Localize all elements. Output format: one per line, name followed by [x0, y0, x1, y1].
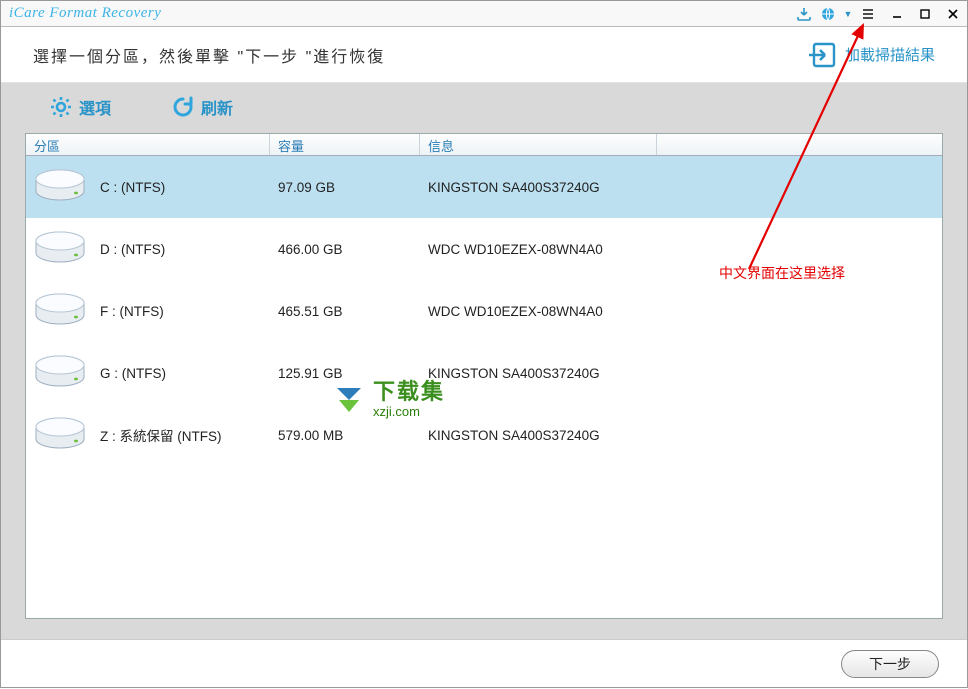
header-pad [657, 134, 942, 155]
next-button[interactable]: 下一步 [841, 650, 939, 678]
header-size[interactable]: 容量 [270, 134, 420, 155]
partition-size: 465.51 GB [270, 304, 420, 319]
partition-info: KINGSTON SA400S37240G [420, 428, 657, 443]
partition-size: 466.00 GB [270, 242, 420, 257]
partition-label: F : (NTFS) [100, 304, 164, 319]
bottom-bar: 下一步 [1, 639, 967, 687]
content-area: 分區 容量 信息 C : (NTFS)97.09 GBKINGSTON SA40… [1, 133, 967, 639]
globe-icon[interactable] [819, 5, 837, 23]
import-icon [809, 40, 839, 70]
table-headers: 分區 容量 信息 [26, 134, 942, 156]
partition-info: WDC WD10EZEX-08WN4A0 [420, 242, 657, 257]
instruction-text: 選擇一個分區，然後單擊 "下一步 "進行恢復 [33, 43, 385, 67]
partition-info: KINGSTON SA400S37240G [420, 180, 657, 195]
header-info[interactable]: 信息 [420, 134, 657, 155]
partition-label: C : (NTFS) [100, 180, 165, 195]
annotation-text: 中文界面在这里选择 [719, 263, 845, 283]
titlebar: iCare Format Recovery ▼ [1, 1, 967, 27]
partition-size: 97.09 GB [270, 180, 420, 195]
partition-info: KINGSTON SA400S37240G [420, 366, 657, 381]
tool-band: 選項 刷新 [1, 83, 967, 133]
partition-rows: C : (NTFS)97.09 GBKINGSTON SA400S37240GD… [26, 156, 942, 618]
table-row[interactable]: Z : 系統保留 (NTFS) 579.00 MBKINGSTON SA400S3… [26, 404, 942, 466]
partition-label: G : (NTFS) [100, 366, 166, 381]
app-window: iCare Format Recovery ▼ 選擇一 [0, 0, 968, 688]
minimize-button[interactable] [889, 6, 905, 22]
header-partition[interactable]: 分區 [26, 134, 270, 155]
gear-icon [49, 95, 73, 119]
refresh-link[interactable]: 刷新 [171, 95, 233, 133]
title-icons: ▼ [795, 5, 961, 23]
maximize-button[interactable] [917, 6, 933, 22]
refresh-icon [171, 95, 195, 119]
partition-label: Z : 系統保留 (NTFS) [100, 425, 222, 445]
drive-icon [32, 353, 88, 393]
partition-label: D : (NTFS) [100, 242, 165, 257]
table-row[interactable]: G : (NTFS) 125.91 GBKINGSTON SA400S37240G [26, 342, 942, 404]
partition-size: 579.00 MB [270, 428, 420, 443]
drive-icon [32, 167, 88, 207]
app-title: iCare Format Recovery [9, 5, 161, 22]
close-button[interactable] [945, 6, 961, 22]
dropdown-arrow-icon[interactable]: ▼ [843, 5, 853, 23]
instruction-bar: 選擇一個分區，然後單擊 "下一步 "進行恢復 加載掃描結果 [1, 27, 967, 83]
partition-panel: 分區 容量 信息 C : (NTFS)97.09 GBKINGSTON SA40… [25, 133, 943, 619]
menu-icon[interactable] [859, 5, 877, 23]
options-label: 選項 [79, 95, 111, 119]
partition-info: WDC WD10EZEX-08WN4A0 [420, 304, 657, 319]
load-scan-result-label: 加載掃描結果 [845, 44, 935, 65]
options-link[interactable]: 選項 [49, 95, 111, 133]
drive-icon [32, 229, 88, 269]
table-row[interactable]: C : (NTFS) 97.09 GBKINGSTON SA400S37240G [26, 156, 942, 218]
partition-size: 125.91 GB [270, 366, 420, 381]
table-row[interactable]: F : (NTFS) 465.51 GBWDC WD10EZEX-08WN4A0 [26, 280, 942, 342]
download-icon[interactable] [795, 5, 813, 23]
drive-icon [32, 291, 88, 331]
drive-icon [32, 415, 88, 455]
load-scan-result[interactable]: 加載掃描結果 [809, 40, 935, 70]
refresh-label: 刷新 [201, 95, 233, 119]
